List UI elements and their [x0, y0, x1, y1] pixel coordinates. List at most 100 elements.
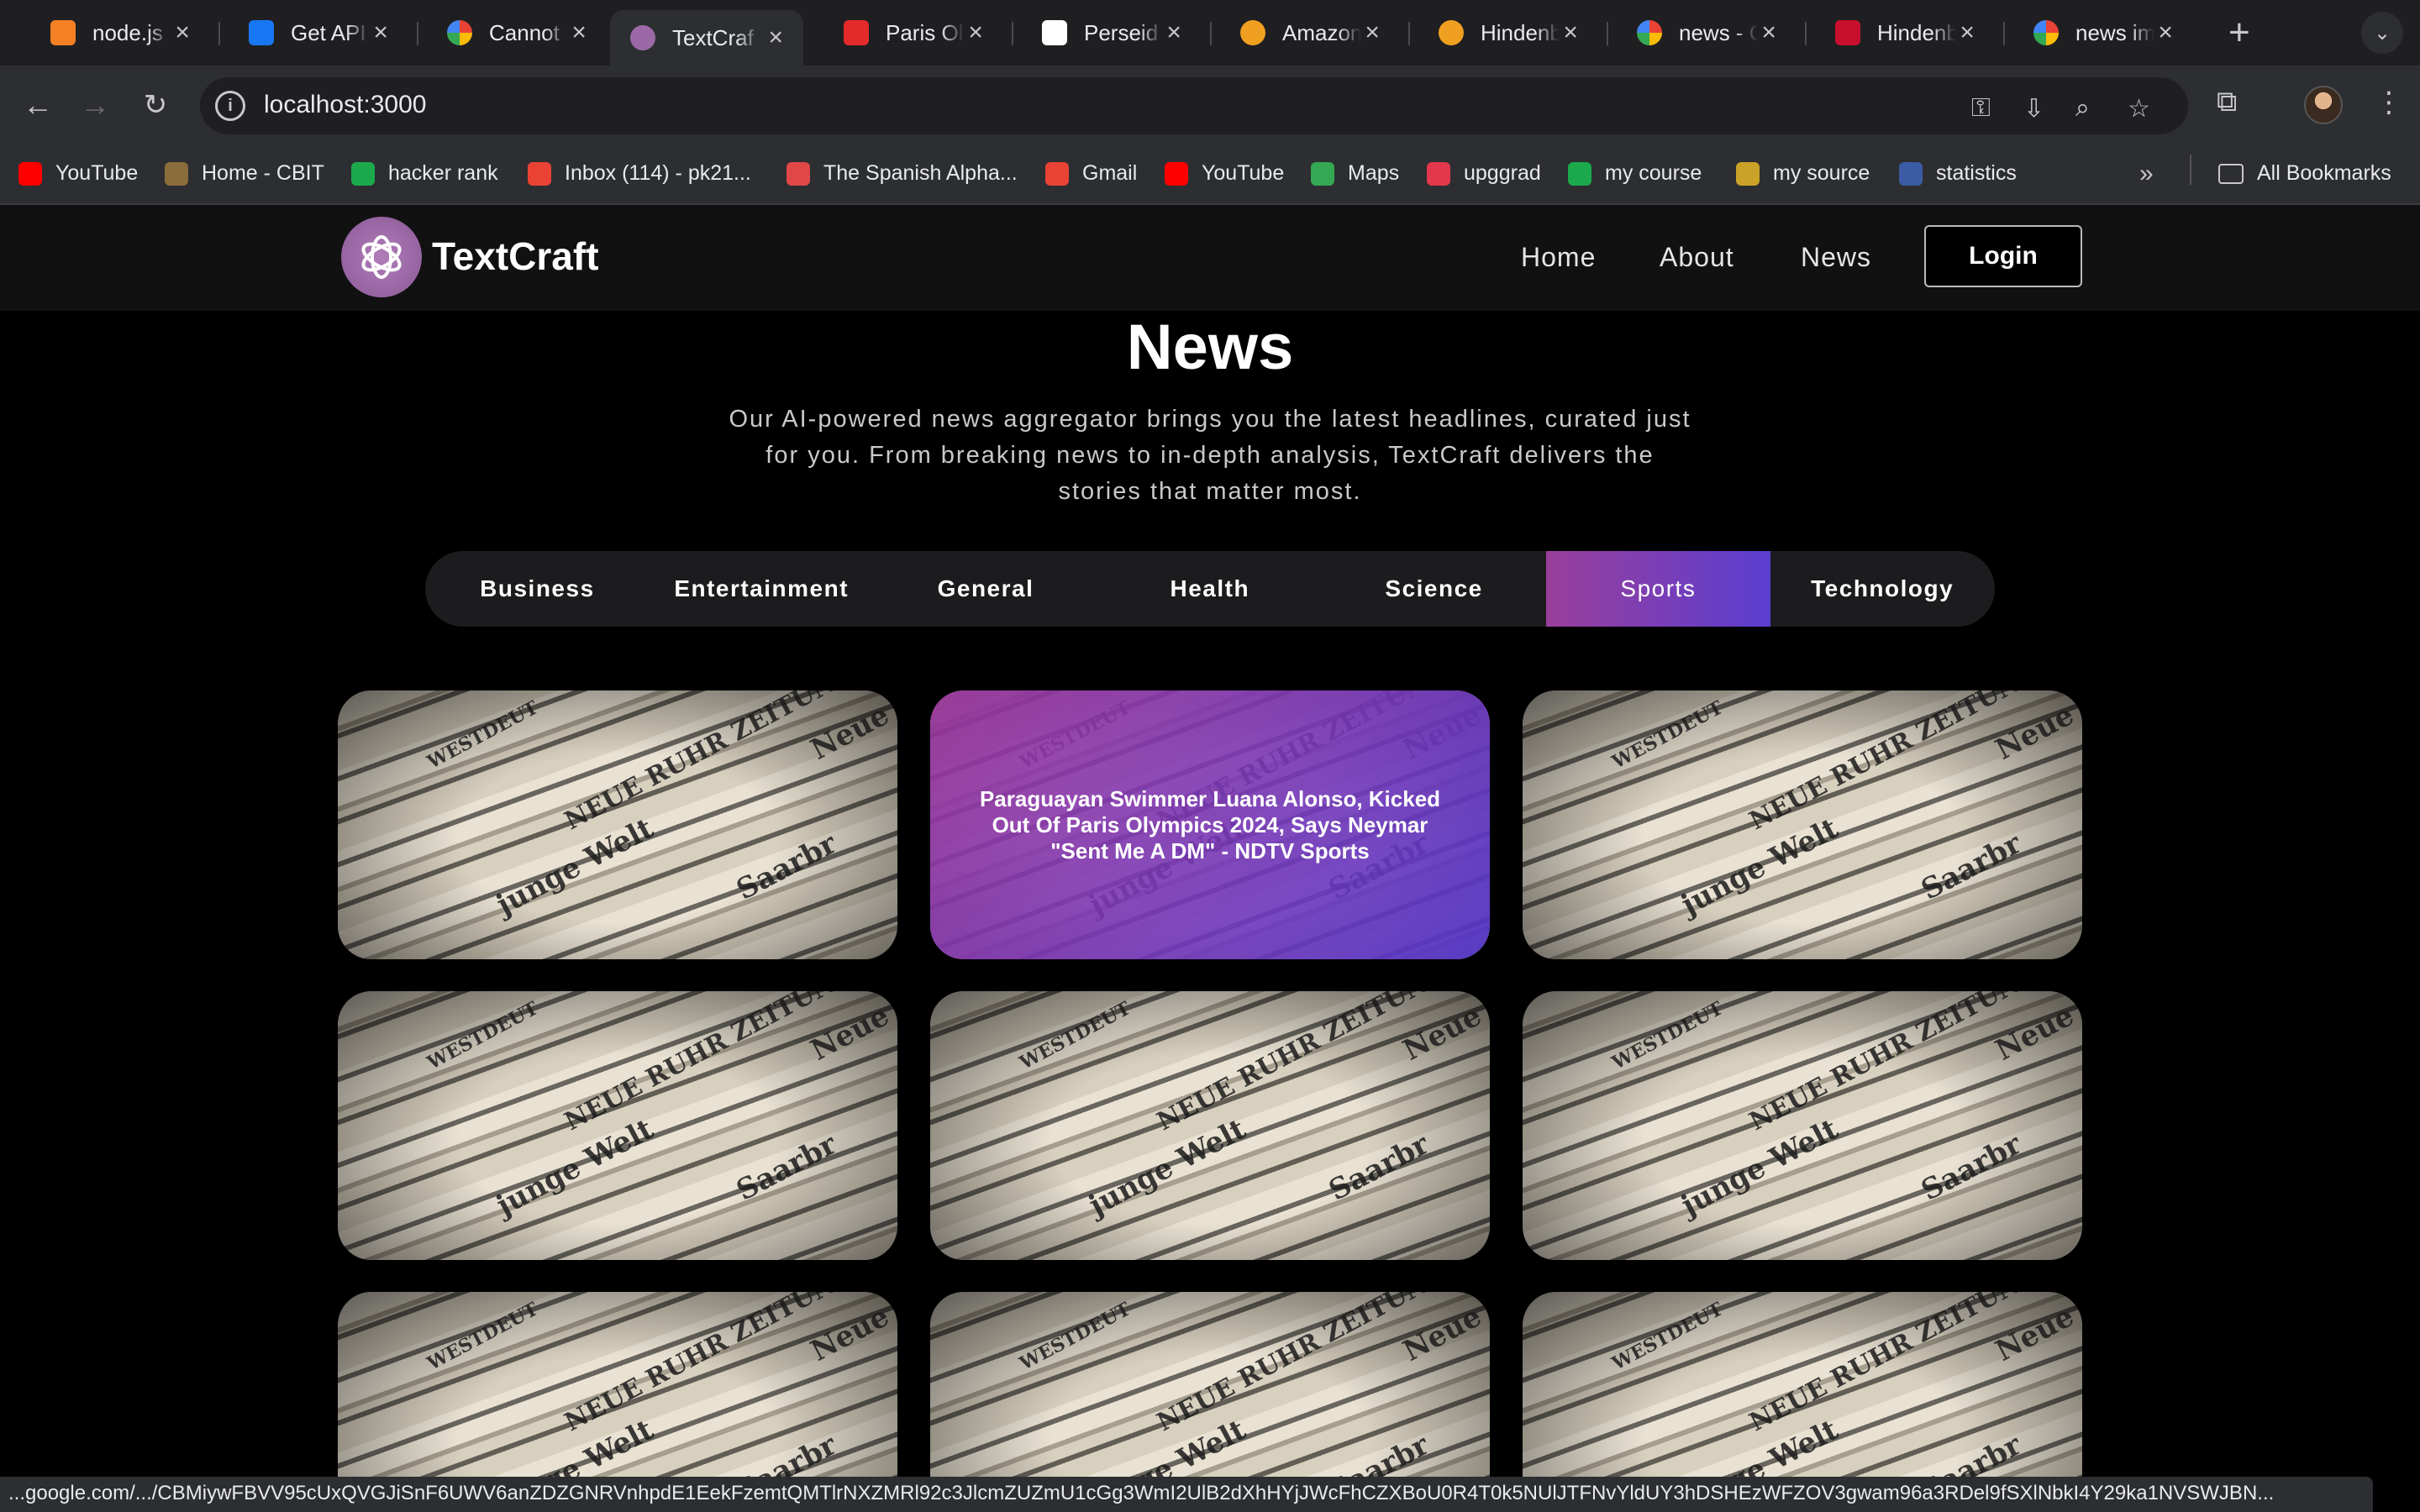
browser-tab[interactable]: Cannot f × — [427, 10, 605, 55]
tab-separator — [1012, 22, 1013, 45]
bookmark-label: Inbox (114) - pk21... — [565, 161, 751, 185]
bookmark-item[interactable]: YouTube — [1165, 161, 1284, 186]
bookmark-item[interactable]: YouTube — [18, 161, 138, 186]
category-tab-technology[interactable]: Technology — [1770, 551, 1995, 627]
close-tab-icon[interactable]: × — [1560, 18, 1581, 47]
bookmark-item[interactable]: Inbox (114) - pk21... — [528, 161, 751, 186]
bookmarks-overflow-icon[interactable]: » — [2139, 160, 2154, 188]
bookmark-item[interactable]: statistics — [1899, 161, 2017, 186]
tab-separator — [218, 22, 220, 45]
menu-kebab-icon[interactable]: ⋮ — [2375, 86, 2403, 119]
news-headline[interactable]: Paraguayan Swimmer Luana Alonso, Kicked … — [960, 786, 1460, 864]
browser-tab[interactable]: Amazon × — [1220, 10, 1398, 55]
close-tab-icon[interactable]: × — [2154, 18, 2176, 47]
gmail-icon — [1045, 161, 1069, 186]
close-tab-icon[interactable]: × — [171, 18, 193, 47]
address-url[interactable]: localhost:3000 — [264, 91, 426, 119]
bookmark-item[interactable]: hacker rank — [351, 161, 498, 186]
tab-search-button[interactable]: ⌄ — [2361, 12, 2403, 54]
category-tab-sports[interactable]: Sports — [1545, 551, 1770, 627]
close-tab-icon[interactable]: × — [1361, 18, 1383, 47]
newspaper-rack-image: NEUE RUHR ZEITUNGWESTDEUTSaarbrjunge Wel… — [338, 991, 897, 1260]
close-tab-icon[interactable]: × — [965, 18, 986, 47]
news18-icon — [844, 20, 869, 45]
category-tab-general[interactable]: General — [874, 551, 1098, 627]
all-bookmarks-button[interactable]: All Bookmarks — [2218, 161, 2391, 186]
category-tab-health[interactable]: Health — [1097, 551, 1322, 627]
browser-tab[interactable]: Get API × — [229, 10, 407, 55]
extensions-icon[interactable]: ⧉ — [2217, 86, 2237, 118]
news-card-overlay[interactable]: Paraguayan Swimmer Luana Alonso, Kicked … — [930, 690, 1490, 959]
browser-tab[interactable]: TextCraf × — [610, 10, 803, 66]
bookmark-item[interactable]: The Spanish Alpha... — [786, 161, 1018, 186]
newspaper-rack-image: NEUE RUHR ZEITUNGWESTDEUTSaarbrjunge Wel… — [338, 690, 897, 959]
tab-separator — [1408, 22, 1410, 45]
news-card[interactable]: NEUE RUHR ZEITUNGWESTDEUTSaarbrjunge Wel… — [338, 991, 897, 1260]
butterfly-icon — [249, 20, 274, 45]
zoom-icon[interactable]: ⌕ — [2075, 94, 2090, 123]
close-tab-icon[interactable]: × — [763, 24, 788, 52]
password-key-icon[interactable]: ⚿ — [1971, 94, 1991, 123]
new-tab-button[interactable]: + — [2228, 12, 2250, 54]
forward-button[interactable]: → — [74, 84, 116, 126]
browser-tab[interactable]: Perseid × — [1022, 10, 1200, 55]
bookmark-label: statistics — [1936, 161, 2017, 185]
bookmark-item[interactable]: Home - CBIT — [165, 161, 324, 186]
news-card[interactable]: NEUE RUHR ZEITUNGWESTDEUTSaarbrjunge Wel… — [930, 991, 1490, 1260]
page-description: Our AI-powered news aggregator brings yo… — [729, 406, 1691, 505]
category-tab-business[interactable]: Business — [425, 551, 650, 627]
install-app-icon[interactable]: ⇩ — [2023, 94, 2044, 123]
bookmark-label: my course — [1605, 161, 1702, 185]
all-bookmarks-label: All Bookmarks — [2257, 161, 2391, 185]
tab-title: news im — [2075, 19, 2155, 45]
tab-title: Perseid — [1084, 19, 1159, 45]
news-card[interactable]: NEUE RUHR ZEITUNGWESTDEUTSaarbrjunge Wel… — [338, 690, 897, 959]
bookmark-item[interactable]: Gmail — [1045, 161, 1137, 186]
bookmark-star-icon[interactable]: ☆ — [2128, 94, 2150, 123]
address-bar[interactable]: i localhost:3000 ⚿ ⇩ ⌕ ☆ — [200, 77, 2188, 134]
bookmark-item[interactable]: my source — [1736, 161, 1870, 186]
close-tab-icon[interactable]: × — [1758, 18, 1780, 47]
textcraft-logo[interactable] — [341, 217, 422, 297]
brand-name[interactable]: TextCraft — [432, 234, 599, 279]
browser-tab[interactable]: news im × — [2013, 10, 2191, 55]
browser-tab[interactable]: Hindenb × — [1418, 10, 1597, 55]
bookmark-label: upggrad — [1464, 161, 1541, 185]
close-tab-icon[interactable]: × — [370, 18, 392, 47]
bookmark-label: Home - CBIT — [202, 161, 324, 185]
back-button[interactable]: ← — [17, 84, 59, 126]
close-tab-icon[interactable]: × — [1163, 18, 1185, 47]
nav-home-link[interactable]: Home — [1521, 242, 1596, 273]
profile-avatar[interactable] — [2304, 86, 2343, 124]
google-icon — [2033, 20, 2059, 45]
close-tab-icon[interactable]: × — [1956, 18, 1978, 47]
bookmark-item[interactable]: my course — [1568, 161, 1702, 186]
close-tab-icon[interactable]: × — [568, 18, 590, 47]
category-tab-science[interactable]: Science — [1322, 551, 1546, 627]
tab-title: node.js — [92, 19, 163, 45]
news-card[interactable]: NEUE RUHR ZEITUNGWESTDEUTSaarbrjunge Wel… — [1523, 991, 2082, 1260]
login-button[interactable]: Login — [1924, 225, 2082, 287]
bookmark-item[interactable]: Maps — [1311, 161, 1399, 186]
textcraft-icon — [630, 25, 655, 50]
category-tab-entertainment[interactable]: Entertainment — [650, 551, 874, 627]
ndtv-icon — [1835, 20, 1860, 45]
browser-tab[interactable]: Paris Oly× — [823, 10, 1002, 55]
news-card[interactable]: NEUE RUHR ZEITUNGWESTDEUTSaarbrjunge Wel… — [930, 690, 1490, 959]
upgrad-icon — [1427, 161, 1450, 186]
nav-about-link[interactable]: About — [1660, 242, 1734, 273]
browser-tab[interactable]: node.js × — [30, 10, 208, 55]
category-tabs: Business Entertainment General Health Scienc… — [425, 551, 1995, 627]
page-title: News — [1126, 312, 1294, 383]
news-card[interactable]: NEUE RUHR ZEITUNGWESTDEUTSaarbrjunge Wel… — [1523, 690, 2082, 959]
reload-button[interactable]: ↻ — [134, 84, 176, 126]
browser-tab[interactable]: Hindenb × — [1815, 10, 1993, 55]
site-navbar: TextCraft Home About News Login — [0, 205, 2420, 311]
browser-tab[interactable]: news - C × — [1617, 10, 1795, 55]
bookmark-item[interactable]: upggrad — [1427, 161, 1541, 186]
browser-toolbar: ← → ↻ i localhost:3000 ⚿ ⇩ ⌕ ☆ ⧉ ⋮ — [0, 66, 2420, 146]
nav-news-link[interactable]: News — [1801, 242, 1871, 273]
site-info-icon[interactable]: i — [215, 91, 245, 121]
newspaper-rack-image: NEUE RUHR ZEITUNGWESTDEUTSaarbrjunge Wel… — [930, 991, 1490, 1260]
bookmark-label: The Spanish Alpha... — [823, 161, 1018, 185]
